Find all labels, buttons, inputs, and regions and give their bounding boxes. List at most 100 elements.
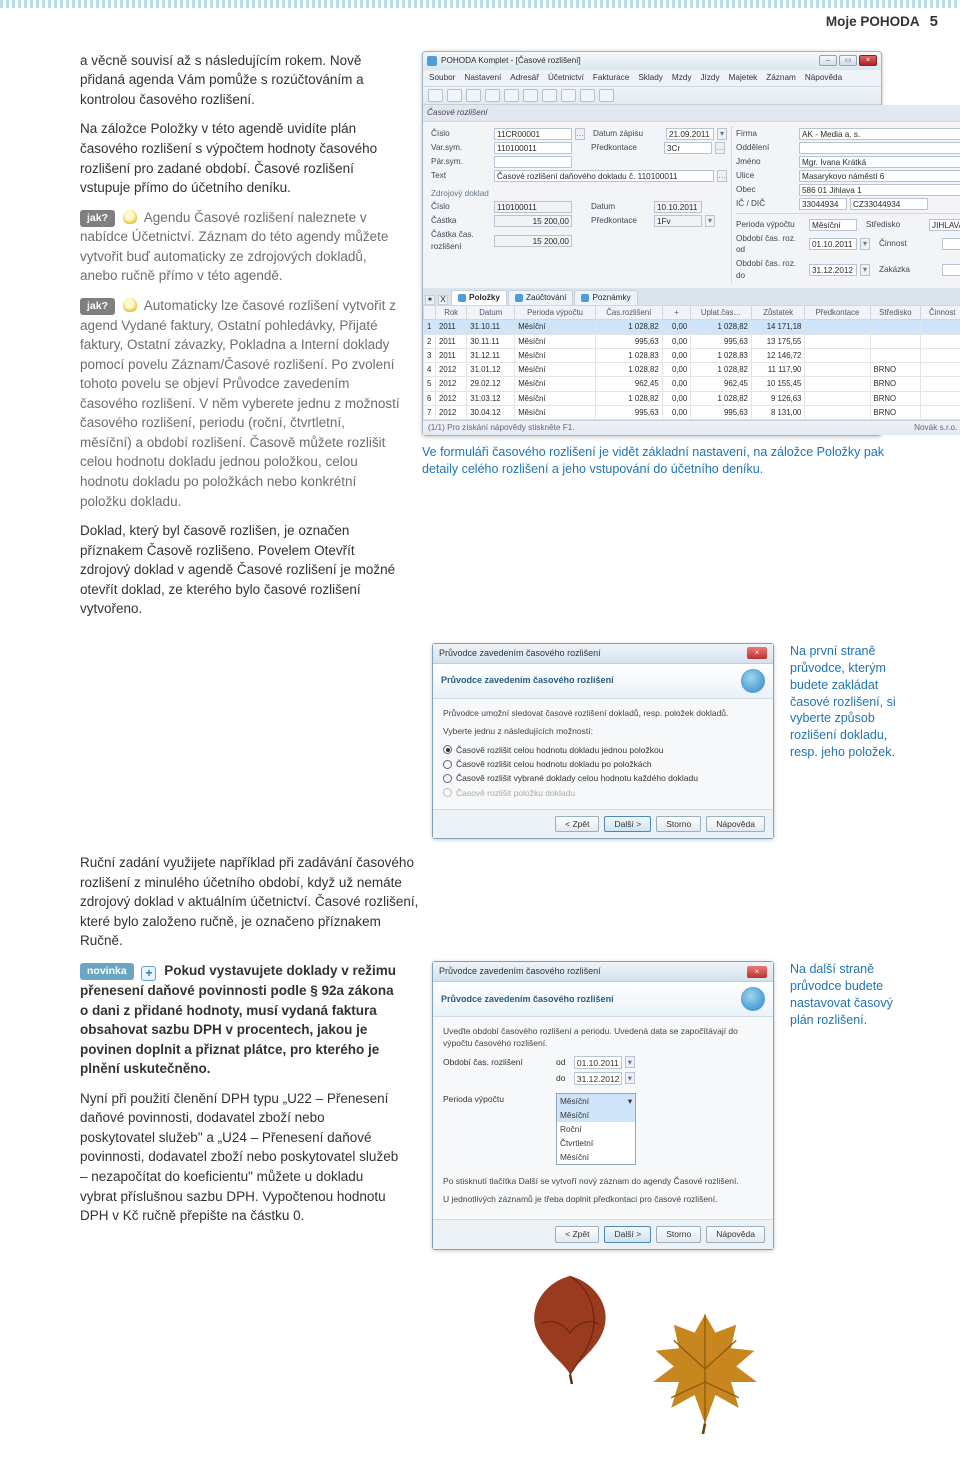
column-header[interactable]: Činnost	[921, 305, 960, 319]
menu-item[interactable]: Mzdy	[672, 72, 692, 84]
input[interactable]: 110100011	[494, 142, 572, 154]
readonly: 15 200,00	[494, 235, 572, 247]
picker-button[interactable]: …	[715, 142, 725, 154]
dropdown-option[interactable]: Měsíční	[557, 1150, 635, 1164]
input[interactable]: 11CR00001	[494, 128, 572, 140]
radio-option[interactable]: Časově rozlišit vybrané doklady celou ho…	[443, 772, 763, 784]
date-input[interactable]: 31.12.2012	[574, 1072, 622, 1085]
input[interactable]: 586 01 Jihlava 1	[799, 184, 960, 196]
input[interactable]	[942, 238, 960, 250]
picker-button[interactable]: …	[575, 128, 585, 140]
next-button[interactable]: Další >	[604, 816, 651, 832]
column-header[interactable]: Předkontace	[805, 305, 870, 319]
tab-zauctovani[interactable]: Zaúčtování	[508, 290, 574, 305]
input[interactable]	[942, 264, 960, 276]
minimize-button[interactable]: –	[819, 55, 837, 66]
toolbar-button[interactable]	[523, 89, 538, 102]
menu-item[interactable]: Jízdy	[700, 72, 719, 84]
maximize-button[interactable]: ▭	[839, 55, 857, 66]
picker-button[interactable]: ▾	[717, 128, 727, 140]
input[interactable]: JIHLAVA	[929, 219, 960, 231]
section-title: Moje POHODA	[826, 12, 920, 32]
toolbar-button[interactable]	[447, 89, 462, 102]
table-row[interactable]: 3201131.12.11Měsíční1 028,830,001 028,83…	[424, 348, 960, 362]
input[interactable]: AK - Media a. s.	[799, 128, 960, 140]
column-header[interactable]: Perioda výpočtu	[515, 305, 596, 319]
menu-item[interactable]: Záznam	[766, 72, 796, 84]
dropdown-option[interactable]: Měsíční	[557, 1108, 635, 1122]
help-button[interactable]: Nápověda	[706, 1226, 765, 1242]
column-header[interactable]: Rok	[436, 305, 467, 319]
close-button[interactable]: ×	[859, 55, 877, 66]
back-button[interactable]: < Zpět	[555, 1226, 599, 1242]
close-button[interactable]: ×	[747, 966, 767, 978]
menu-item[interactable]: Účetnictví	[548, 72, 584, 84]
menu-item[interactable]: Soubor	[429, 72, 455, 84]
input[interactable]: Časové rozlišení daňového dokladu č. 110…	[494, 170, 714, 182]
table-row[interactable]: 5201229.02.12Měsíční962,450,00962,4510 1…	[424, 377, 960, 391]
column-header[interactable]: Středisko	[870, 305, 921, 319]
toolbar-button[interactable]	[599, 89, 614, 102]
table-row[interactable]: 4201231.01.12Měsíční1 028,820,001 028,82…	[424, 363, 960, 377]
toolbar-button[interactable]	[561, 89, 576, 102]
column-header[interactable]: Datum	[467, 305, 515, 319]
table-row[interactable]: 2201130.11.11Měsíční995,630,00995,6313 1…	[424, 334, 960, 348]
dropdown-option[interactable]: Roční	[557, 1122, 635, 1136]
input[interactable]: Mgr. Ivana Krátká	[799, 156, 960, 168]
close-button[interactable]: ×	[747, 647, 767, 659]
input[interactable]: 01.10.2011	[809, 238, 857, 250]
input[interactable]: 21.09.2011	[666, 128, 714, 140]
polozky-grid[interactable]: RokDatumPerioda výpočtuČas.rozlišení+Upl…	[423, 305, 960, 420]
picker-button[interactable]: ▾	[860, 238, 870, 250]
column-header[interactable]: Čas.rozlišení	[595, 305, 662, 319]
help-button[interactable]: Nápověda	[706, 816, 765, 832]
input[interactable]	[494, 156, 572, 168]
tab-poznamky[interactable]: Poznámky	[574, 290, 637, 305]
input[interactable]: 31.12.2012	[809, 264, 857, 276]
menu-item[interactable]: Adresář	[510, 72, 539, 84]
toolbar-button[interactable]	[485, 89, 500, 102]
picker-button[interactable]: ▾	[705, 215, 715, 227]
period-dropdown[interactable]: Měsíční▾ Měsíční Roční Čtvrtletní Měsíčn…	[556, 1093, 636, 1165]
radio-option[interactable]: Časově rozlišit celou hodnotu dokladu je…	[443, 744, 763, 756]
picker-button[interactable]: ▾	[860, 264, 870, 276]
dropdown-option[interactable]: Čtvrtletní	[557, 1136, 635, 1150]
table-row[interactable]: 1201131.10.11Měsíční1 028,820,001 028,82…	[424, 320, 960, 334]
column-header[interactable]: Uplat.čas…	[691, 305, 752, 319]
input[interactable]: CZ33044934	[850, 198, 928, 210]
menu-item[interactable]: Fakturace	[593, 72, 629, 84]
toolbar-button[interactable]	[466, 89, 481, 102]
input[interactable]	[799, 142, 960, 154]
label: od	[556, 1056, 565, 1068]
input[interactable]: Měsíční	[809, 219, 857, 231]
date-picker-button[interactable]: ▾	[625, 1056, 635, 1068]
tab-polozky[interactable]: Položky	[451, 290, 507, 305]
input[interactable]: 3Cr	[664, 142, 712, 154]
back-button[interactable]: < Zpět	[555, 816, 599, 832]
next-button[interactable]: Další >	[604, 1226, 651, 1242]
cancel-button[interactable]: Storno	[656, 1226, 701, 1242]
tab-toggles[interactable]: ✶	[425, 295, 435, 305]
column-header[interactable]: Zůstatek	[751, 305, 804, 319]
detail-tabs: ✶ X Položky Zaúčtování Poznámky	[423, 288, 960, 305]
toolbar-button[interactable]	[580, 89, 595, 102]
column-header[interactable]: +	[662, 305, 690, 319]
input[interactable]: 33044934	[799, 198, 847, 210]
cancel-button[interactable]: Storno	[656, 816, 701, 832]
toolbar-button[interactable]	[542, 89, 557, 102]
toolbar-button[interactable]	[504, 89, 519, 102]
date-input[interactable]: 01.10.2011	[574, 1056, 622, 1069]
input[interactable]: Masarykovo náměstí 6	[799, 170, 960, 182]
tab-toggles[interactable]: X	[438, 295, 448, 305]
menu-item[interactable]: Sklady	[638, 72, 663, 84]
menu-item[interactable]: Nastavení	[464, 72, 501, 84]
picker-button[interactable]: …	[717, 170, 727, 182]
radio-option[interactable]: Časově rozlišit celou hodnotu dokladu po…	[443, 758, 763, 770]
tip-paragraph: jak? Automaticky lze časové rozlišení vy…	[80, 296, 400, 511]
date-picker-button[interactable]: ▾	[625, 1072, 635, 1084]
toolbar-button[interactable]	[428, 89, 443, 102]
table-row[interactable]: 7201230.04.12Měsíční995,630,00995,638 13…	[424, 406, 960, 420]
menu-item[interactable]: Nápověda	[805, 72, 842, 84]
table-row[interactable]: 6201231.03.12Měsíční1 028,820,001 028,82…	[424, 391, 960, 405]
menu-item[interactable]: Majetek	[729, 72, 758, 84]
